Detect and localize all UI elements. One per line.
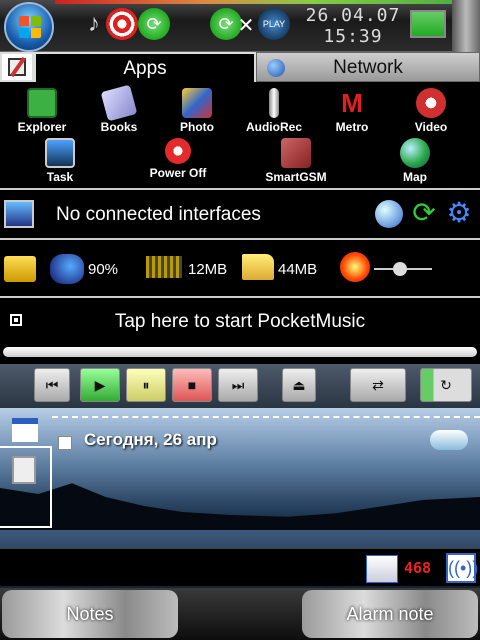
- memory-chip-icon[interactable]: [146, 256, 182, 278]
- film-icon: [416, 88, 446, 118]
- network-status-row[interactable]: No connected interfaces ⟳ ⚙: [0, 192, 480, 238]
- app-smartgsm[interactable]: SmartGSM: [256, 138, 336, 184]
- microphone-icon: [269, 88, 279, 118]
- tab-bar: Apps Network: [0, 52, 480, 82]
- app-explorer[interactable]: Explorer: [2, 88, 82, 134]
- app-metro[interactable]: M Metro: [312, 88, 392, 134]
- app-label: Task: [46, 170, 74, 184]
- cpu-value: 90%: [88, 261, 119, 278]
- network-status-text: No connected interfaces: [56, 204, 261, 225]
- battery-icon[interactable]: [410, 10, 446, 38]
- status-stripe: [55, 0, 480, 4]
- document-icon[interactable]: [366, 555, 398, 583]
- signal-off-icon[interactable]: ✕: [232, 8, 260, 44]
- today-date-text: Сегодня, 26 апр: [84, 430, 217, 449]
- settings-gear-icon[interactable]: ⚙: [444, 198, 474, 228]
- previous-button[interactable]: ⏮: [34, 368, 70, 402]
- collapse-toggle[interactable]: [58, 436, 72, 450]
- refresh-icon[interactable]: ⟳: [410, 198, 438, 228]
- system-status-row: 90% 12MB 44MB: [0, 244, 480, 294]
- phone-icon: [281, 138, 311, 168]
- weather-icon[interactable]: [430, 430, 468, 450]
- app-label: AudioRec: [245, 120, 302, 134]
- app-map[interactable]: Map: [375, 138, 455, 184]
- notes-button[interactable]: Notes: [2, 590, 178, 638]
- pocketmusic-text: Tap here to start PocketMusic: [114, 311, 366, 332]
- wireless-icon[interactable]: ((•)): [446, 553, 478, 583]
- mountain-silhouette: [0, 483, 480, 530]
- app-label: Photo: [180, 120, 214, 134]
- sync-icon[interactable]: ⟳: [138, 8, 170, 40]
- app-label: Power Off: [149, 166, 207, 180]
- divider: [0, 296, 480, 298]
- shuffle-button[interactable]: ↻: [420, 368, 472, 402]
- app-label: Books: [100, 120, 138, 134]
- app-video[interactable]: Video: [391, 88, 471, 134]
- memory-value: 12MB: [188, 261, 228, 278]
- tab-network-label: Network: [333, 57, 403, 78]
- divider: [0, 188, 480, 190]
- app-books[interactable]: Books: [79, 84, 159, 134]
- eject-button[interactable]: ⏏: [282, 368, 316, 402]
- network-disconnected-icon: [4, 200, 34, 228]
- app-task[interactable]: Task: [20, 138, 100, 184]
- floppy-icon: [27, 88, 57, 118]
- metro-icon: M: [341, 88, 363, 118]
- player-play-icon[interactable]: PLAY: [258, 8, 290, 40]
- app-label: Metro: [335, 120, 369, 134]
- divider: [0, 238, 480, 240]
- bottom-tray: 468 ((•)): [0, 548, 480, 586]
- pause-button[interactable]: ⏸: [126, 368, 166, 402]
- tab-apps[interactable]: Apps: [34, 52, 256, 82]
- globe-icon: [400, 138, 430, 168]
- monitor-icon: [45, 138, 75, 168]
- app-label: SmartGSM: [265, 170, 327, 184]
- windows-flag-icon: [19, 16, 41, 38]
- start-button[interactable]: [4, 2, 54, 52]
- globe-icon: [267, 59, 285, 77]
- power-icon: [165, 138, 191, 164]
- player-controls: ⏮ ▶ ⏸ ■ ⏭ ⏏ ⇄ ↻: [0, 364, 480, 408]
- books-icon: [100, 84, 138, 122]
- app-label: Map: [403, 170, 427, 184]
- softkey-bar: Notes Alarm note: [0, 588, 480, 640]
- app-photo[interactable]: Photo: [157, 88, 237, 134]
- apps-grid: Explorer Books Photo AudioRec M Metro Vi…: [0, 84, 480, 188]
- status-bar: ♪ ⟳ ⟳ ✕ PLAY 26.04.07 15:39: [0, 0, 480, 52]
- date-text: 26.04.07: [305, 5, 401, 26]
- target-icon[interactable]: [106, 8, 138, 40]
- notepad-icon[interactable]: [0, 52, 34, 82]
- calendar-icon[interactable]: [12, 418, 38, 442]
- tab-network[interactable]: Network: [256, 52, 480, 82]
- storage-value: 44MB: [278, 261, 318, 278]
- app-label: Explorer: [17, 120, 67, 134]
- app-power-off[interactable]: Power Off: [138, 138, 218, 180]
- clock[interactable]: 26.04.07 15:39: [298, 5, 408, 47]
- camera-icon: [182, 88, 212, 118]
- time-text: 15:39: [323, 26, 383, 47]
- brightness-slider-knob[interactable]: [393, 262, 408, 276]
- alarm-note-button[interactable]: Alarm note: [302, 590, 478, 638]
- brightness-slider[interactable]: [374, 262, 432, 276]
- next-button[interactable]: ⏭: [218, 368, 258, 402]
- chrome-edge: [452, 0, 480, 52]
- play-button[interactable]: ▶: [80, 368, 120, 402]
- app-label: Video: [414, 120, 448, 134]
- folder-icon[interactable]: [242, 254, 274, 280]
- brightness-icon[interactable]: [340, 252, 370, 282]
- dashed-line: [52, 416, 480, 418]
- app-audiorec[interactable]: AudioRec: [234, 88, 314, 134]
- clock-settings-icon[interactable]: [375, 200, 403, 228]
- folder-settings-icon[interactable]: [4, 256, 36, 282]
- music-progress-bar[interactable]: [3, 347, 477, 357]
- cpu-icon[interactable]: [50, 254, 84, 284]
- panel-frame: [0, 446, 52, 528]
- pocketmusic-row[interactable]: Tap here to start PocketMusic: [0, 302, 480, 342]
- repeat-button[interactable]: ⇄: [350, 368, 406, 402]
- counter-text[interactable]: 468: [404, 559, 431, 577]
- stop-button[interactable]: ■: [172, 368, 212, 402]
